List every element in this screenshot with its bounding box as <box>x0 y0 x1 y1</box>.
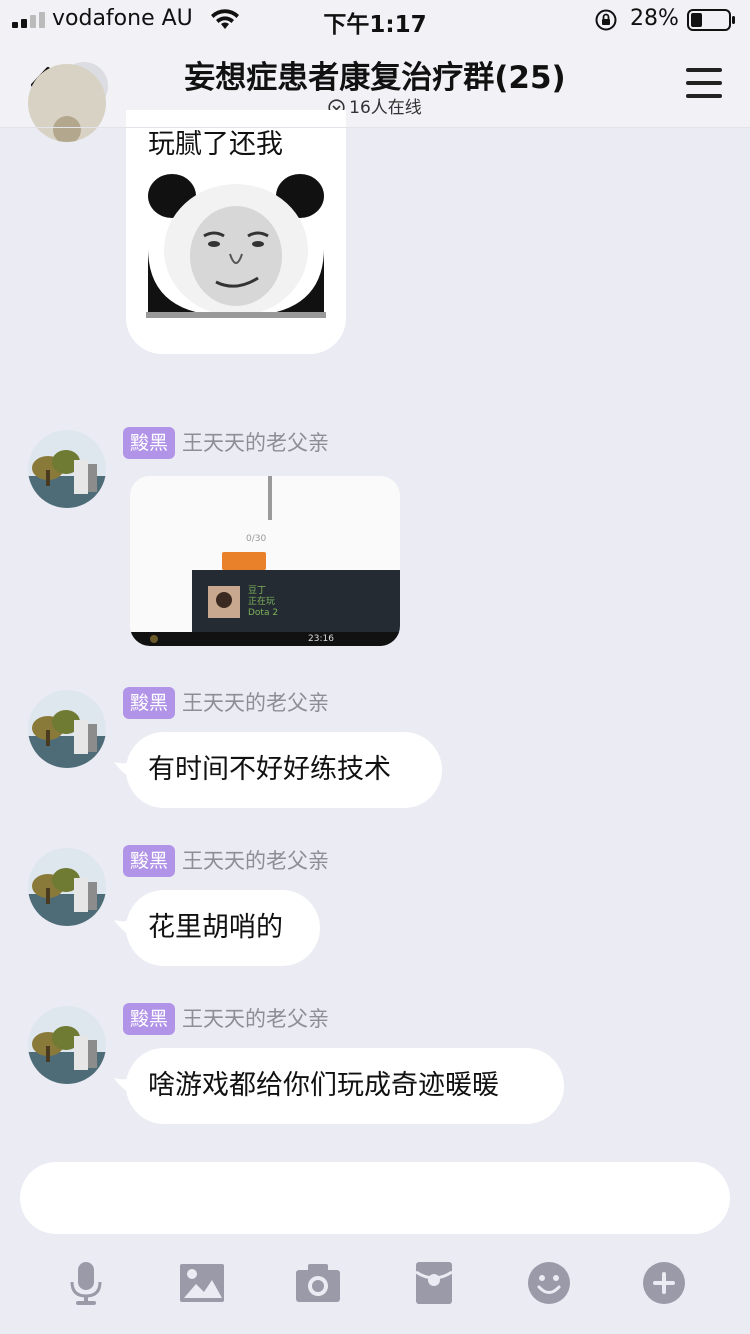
member-tag: 黢黑 <box>123 427 175 459</box>
image-icon[interactable] <box>178 1260 226 1306</box>
bubble-tail <box>114 758 136 780</box>
red-packet-icon[interactable] <box>410 1260 458 1306</box>
camera-icon[interactable] <box>294 1260 342 1306</box>
message-bubble[interactable]: 花里胡哨的 <box>114 890 320 966</box>
battery-icon <box>687 9 735 31</box>
microphone-icon[interactable] <box>62 1260 110 1306</box>
member-tag: 黢黑 <box>123 1003 175 1035</box>
friend-name: 豆丁 <box>248 586 267 596</box>
message-bubble[interactable]: 有时间不好好练技术 <box>114 732 442 808</box>
game-screenshot <box>130 476 400 646</box>
plus-icon[interactable] <box>640 1260 688 1306</box>
message-text: 啥游戏都给你们玩成奇迹暖暖 <box>148 1070 499 1101</box>
sender-name[interactable]: 王天天的老父亲 <box>182 845 329 877</box>
image-message[interactable]: 0/30 豆丁 正在玩 Dota 2 23:16 <box>130 476 400 646</box>
hamburger-icon <box>686 68 722 72</box>
avatar[interactable] <box>28 1006 106 1084</box>
menu-button[interactable] <box>686 68 722 102</box>
friend-status: 正在玩 <box>248 597 276 607</box>
message-bubble[interactable]: 啥游戏都给你们玩成奇迹暖暖 <box>114 1048 564 1124</box>
emoji-icon[interactable] <box>525 1260 573 1306</box>
bubble-tail <box>114 1074 136 1096</box>
sender-name[interactable]: 王天天的老父亲 <box>182 427 329 459</box>
sender-name[interactable]: 王天天的老父亲 <box>182 1003 329 1035</box>
avatar[interactable] <box>28 64 106 142</box>
message-text: 花里胡哨的 <box>148 912 283 943</box>
input-bar <box>0 1148 750 1334</box>
member-tag: 黢黑 <box>123 845 175 877</box>
chat-title[interactable]: 妄想症患者康复治疗群(25) <box>0 52 750 97</box>
bubble-tail <box>114 916 136 938</box>
sticker-message[interactable]: 玩腻了还我 <box>126 110 346 354</box>
avatar[interactable] <box>28 848 106 926</box>
chat-header: 1 妄想症患者康复治疗群(25) 16人在线 <box>0 40 750 128</box>
status-bar: vodafone AU 下午1:17 28% <box>0 0 750 40</box>
message-input[interactable] <box>20 1162 730 1234</box>
friend-game: Dota 2 <box>248 608 279 618</box>
avatar[interactable] <box>28 690 106 768</box>
battery-percent: 28% <box>630 6 679 31</box>
nav-overlay-edge <box>0 127 750 128</box>
screenshot-clock: 23:16 <box>308 634 334 644</box>
screenshot-counter: 0/30 <box>246 534 267 544</box>
message-text: 有时间不好好练技术 <box>148 754 391 785</box>
online-status[interactable]: 16人在线 <box>0 93 750 118</box>
sender-name[interactable]: 王天天的老父亲 <box>182 687 329 719</box>
online-count: 16人在线 <box>349 98 422 118</box>
avatar[interactable] <box>28 430 106 508</box>
rotation-lock-icon <box>595 9 617 31</box>
member-tag: 黢黑 <box>123 687 175 719</box>
panda-meme-sticker[interactable] <box>146 168 326 318</box>
